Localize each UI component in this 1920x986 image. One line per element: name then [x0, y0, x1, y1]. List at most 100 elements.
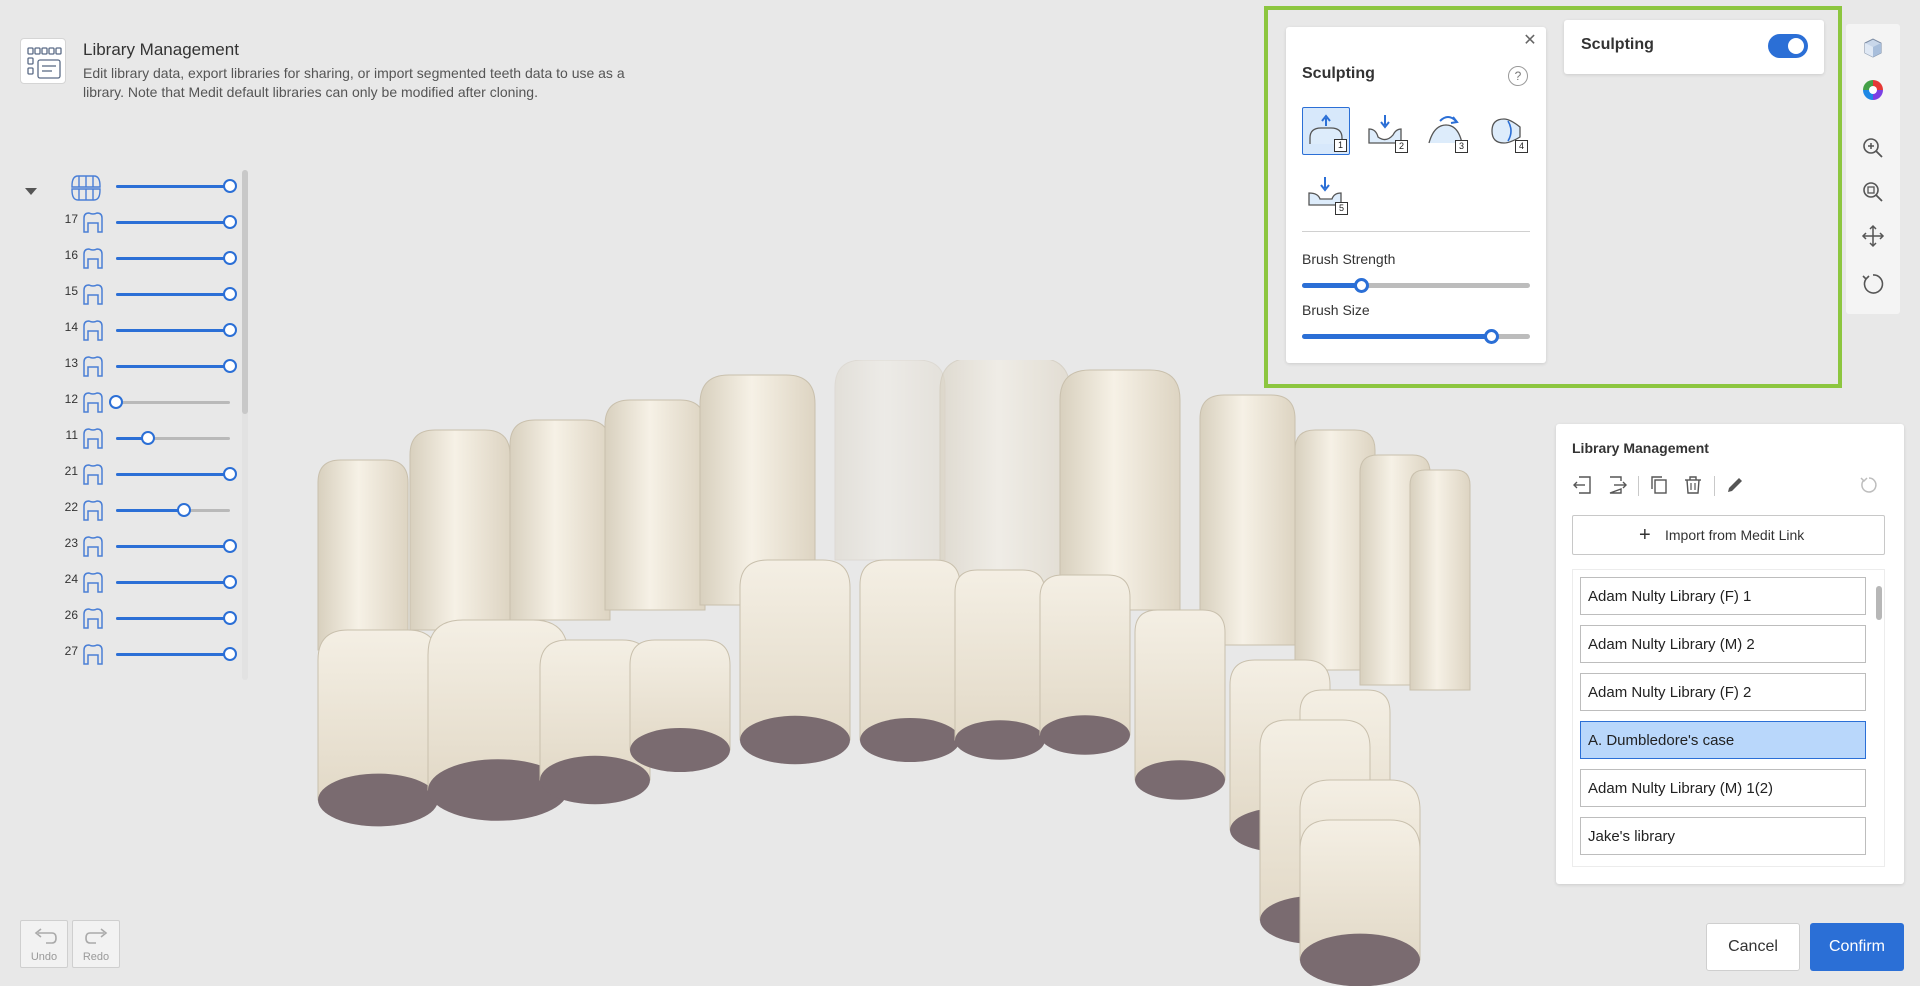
view-cube-button[interactable]	[1853, 28, 1893, 68]
tooth-opacity-slider[interactable]	[116, 251, 237, 265]
tooth-opacity-slider[interactable]	[116, 431, 230, 445]
tooth-number: 26	[64, 608, 78, 622]
rotate-button[interactable]	[1853, 264, 1893, 304]
library-list-item[interactable]: Adam Nulty Library (M) 2	[1580, 625, 1866, 663]
sculpt-tool-3[interactable]: 3	[1422, 107, 1470, 155]
teeth-list-scrollbar[interactable]	[242, 170, 248, 680]
tooth-row-26: 26	[20, 606, 240, 636]
tooth-icon	[80, 426, 108, 452]
library-list-item[interactable]: Jake's library	[1580, 817, 1866, 855]
tooth-number: 16	[64, 248, 78, 262]
tooth-icon	[80, 282, 108, 308]
tooth-opacity-slider[interactable]	[116, 359, 237, 373]
sculpt-tool-5[interactable]: 5	[1302, 169, 1350, 217]
library-list-scrollbar[interactable]	[1876, 586, 1882, 862]
sculpt-tool-4[interactable]: 4	[1482, 107, 1530, 155]
color-button[interactable]	[1853, 70, 1893, 110]
cancel-button[interactable]: Cancel	[1706, 923, 1800, 971]
import-from-medit-link-button[interactable]: + Import from Medit Link	[1572, 515, 1885, 555]
pan-button[interactable]	[1853, 216, 1893, 256]
tooth-opacity-slider[interactable]	[116, 323, 237, 337]
plus-icon: +	[1639, 524, 1651, 546]
brush-size-slider[interactable]	[1302, 329, 1530, 344]
slider-knob[interactable]	[223, 575, 237, 589]
zoom-in-button[interactable]	[1853, 128, 1893, 168]
scrollbar-thumb[interactable]	[242, 170, 248, 414]
zoom-fit-button[interactable]	[1853, 172, 1893, 212]
tooth-opacity-slider[interactable]	[116, 611, 237, 625]
scrollbar-thumb[interactable]	[1876, 586, 1882, 620]
close-icon[interactable]: ✕	[1522, 33, 1538, 49]
tooth-number: 17	[64, 212, 78, 226]
slider-knob[interactable]	[223, 467, 237, 481]
library-list-item[interactable]: Adam Nulty Library (M) 1(2)	[1580, 769, 1866, 807]
sculpt-tool-1[interactable]: 1	[1302, 107, 1350, 155]
edit-library-button[interactable]	[1722, 472, 1748, 498]
undo-icon	[34, 928, 57, 944]
export-library-button[interactable]	[1604, 472, 1630, 498]
tooth-number: 13	[64, 356, 78, 370]
delete-library-button[interactable]	[1680, 472, 1706, 498]
color-wheel-icon	[1863, 80, 1883, 100]
tooth-model	[317, 629, 439, 827]
library-list-item[interactable]: A. Dumbledore's case	[1580, 721, 1866, 759]
all-teeth-opacity-slider[interactable]	[116, 179, 237, 193]
library-list-item[interactable]: Adam Nulty Library (F) 1	[1580, 577, 1866, 615]
tooth-opacity-slider[interactable]	[116, 503, 230, 517]
tooth-row-14: 14	[20, 318, 240, 348]
library-panel-title: Library Management	[1572, 440, 1709, 456]
slider-knob[interactable]	[223, 611, 237, 625]
confirm-button[interactable]: Confirm	[1810, 923, 1904, 971]
redo-button[interactable]: Redo	[72, 920, 120, 968]
slider-knob[interactable]	[223, 323, 237, 337]
tooth-model	[1059, 369, 1181, 611]
reset-icon	[1860, 477, 1877, 493]
help-icon[interactable]: ?	[1508, 66, 1528, 86]
zoom-fit-icon	[1863, 182, 1883, 202]
toggle-knob	[1788, 38, 1804, 54]
tooth-row-27: 27	[20, 642, 240, 672]
slider-knob[interactable]	[223, 179, 237, 193]
tooth-row-15: 15	[20, 282, 240, 312]
tooth-opacity-slider[interactable]	[116, 467, 237, 481]
tooth-model	[939, 360, 1071, 589]
slider-knob[interactable]	[1484, 329, 1500, 344]
tool-shortcut-key: 3	[1455, 140, 1468, 153]
slider-knob[interactable]	[177, 503, 192, 517]
3d-teeth-viewport[interactable]	[300, 360, 1500, 986]
slider-knob[interactable]	[109, 395, 123, 409]
undo-button[interactable]: Undo	[20, 920, 68, 968]
tool-shortcut-key: 1	[1334, 139, 1347, 152]
tooth-opacity-slider[interactable]	[116, 287, 237, 301]
tooth-opacity-slider[interactable]	[109, 395, 230, 409]
tooth-number: 24	[64, 572, 78, 586]
tooth-number: 27	[64, 644, 78, 658]
sculpting-toggle-switch[interactable]	[1768, 34, 1808, 58]
tooth-number: 15	[64, 284, 78, 298]
tooth-opacity-slider[interactable]	[116, 215, 237, 229]
library-list-item[interactable]: Adam Nulty Library (F) 2	[1580, 673, 1866, 711]
slider-knob[interactable]	[223, 287, 237, 301]
slider-knob[interactable]	[1354, 278, 1370, 293]
brush-strength-slider[interactable]	[1302, 278, 1530, 293]
slider-knob[interactable]	[140, 431, 155, 445]
tooth-number: 21	[64, 464, 78, 478]
slider-knob[interactable]	[223, 359, 237, 373]
slider-knob[interactable]	[223, 539, 237, 553]
slider-knob[interactable]	[223, 251, 237, 265]
tooth-opacity-slider[interactable]	[116, 539, 237, 553]
import-library-button[interactable]	[1570, 472, 1596, 498]
clone-library-button[interactable]	[1646, 472, 1672, 498]
tooth-opacity-slider[interactable]	[116, 647, 237, 661]
slider-knob[interactable]	[223, 647, 237, 661]
reset-library-button[interactable]	[1856, 472, 1882, 498]
redo-icon	[85, 928, 108, 944]
sculpt-tool-2[interactable]: 2	[1362, 107, 1410, 155]
library-list: Adam Nulty Library (F) 1 Adam Nulty Libra…	[1572, 569, 1885, 867]
tooth-model	[1199, 394, 1296, 646]
sculpting-panel-title: Sculpting	[1302, 65, 1375, 82]
slider-knob[interactable]	[223, 215, 237, 229]
brush-size-label: Brush Size	[1302, 302, 1370, 318]
tooth-opacity-slider[interactable]	[116, 575, 237, 589]
tooth-icon	[80, 318, 108, 344]
